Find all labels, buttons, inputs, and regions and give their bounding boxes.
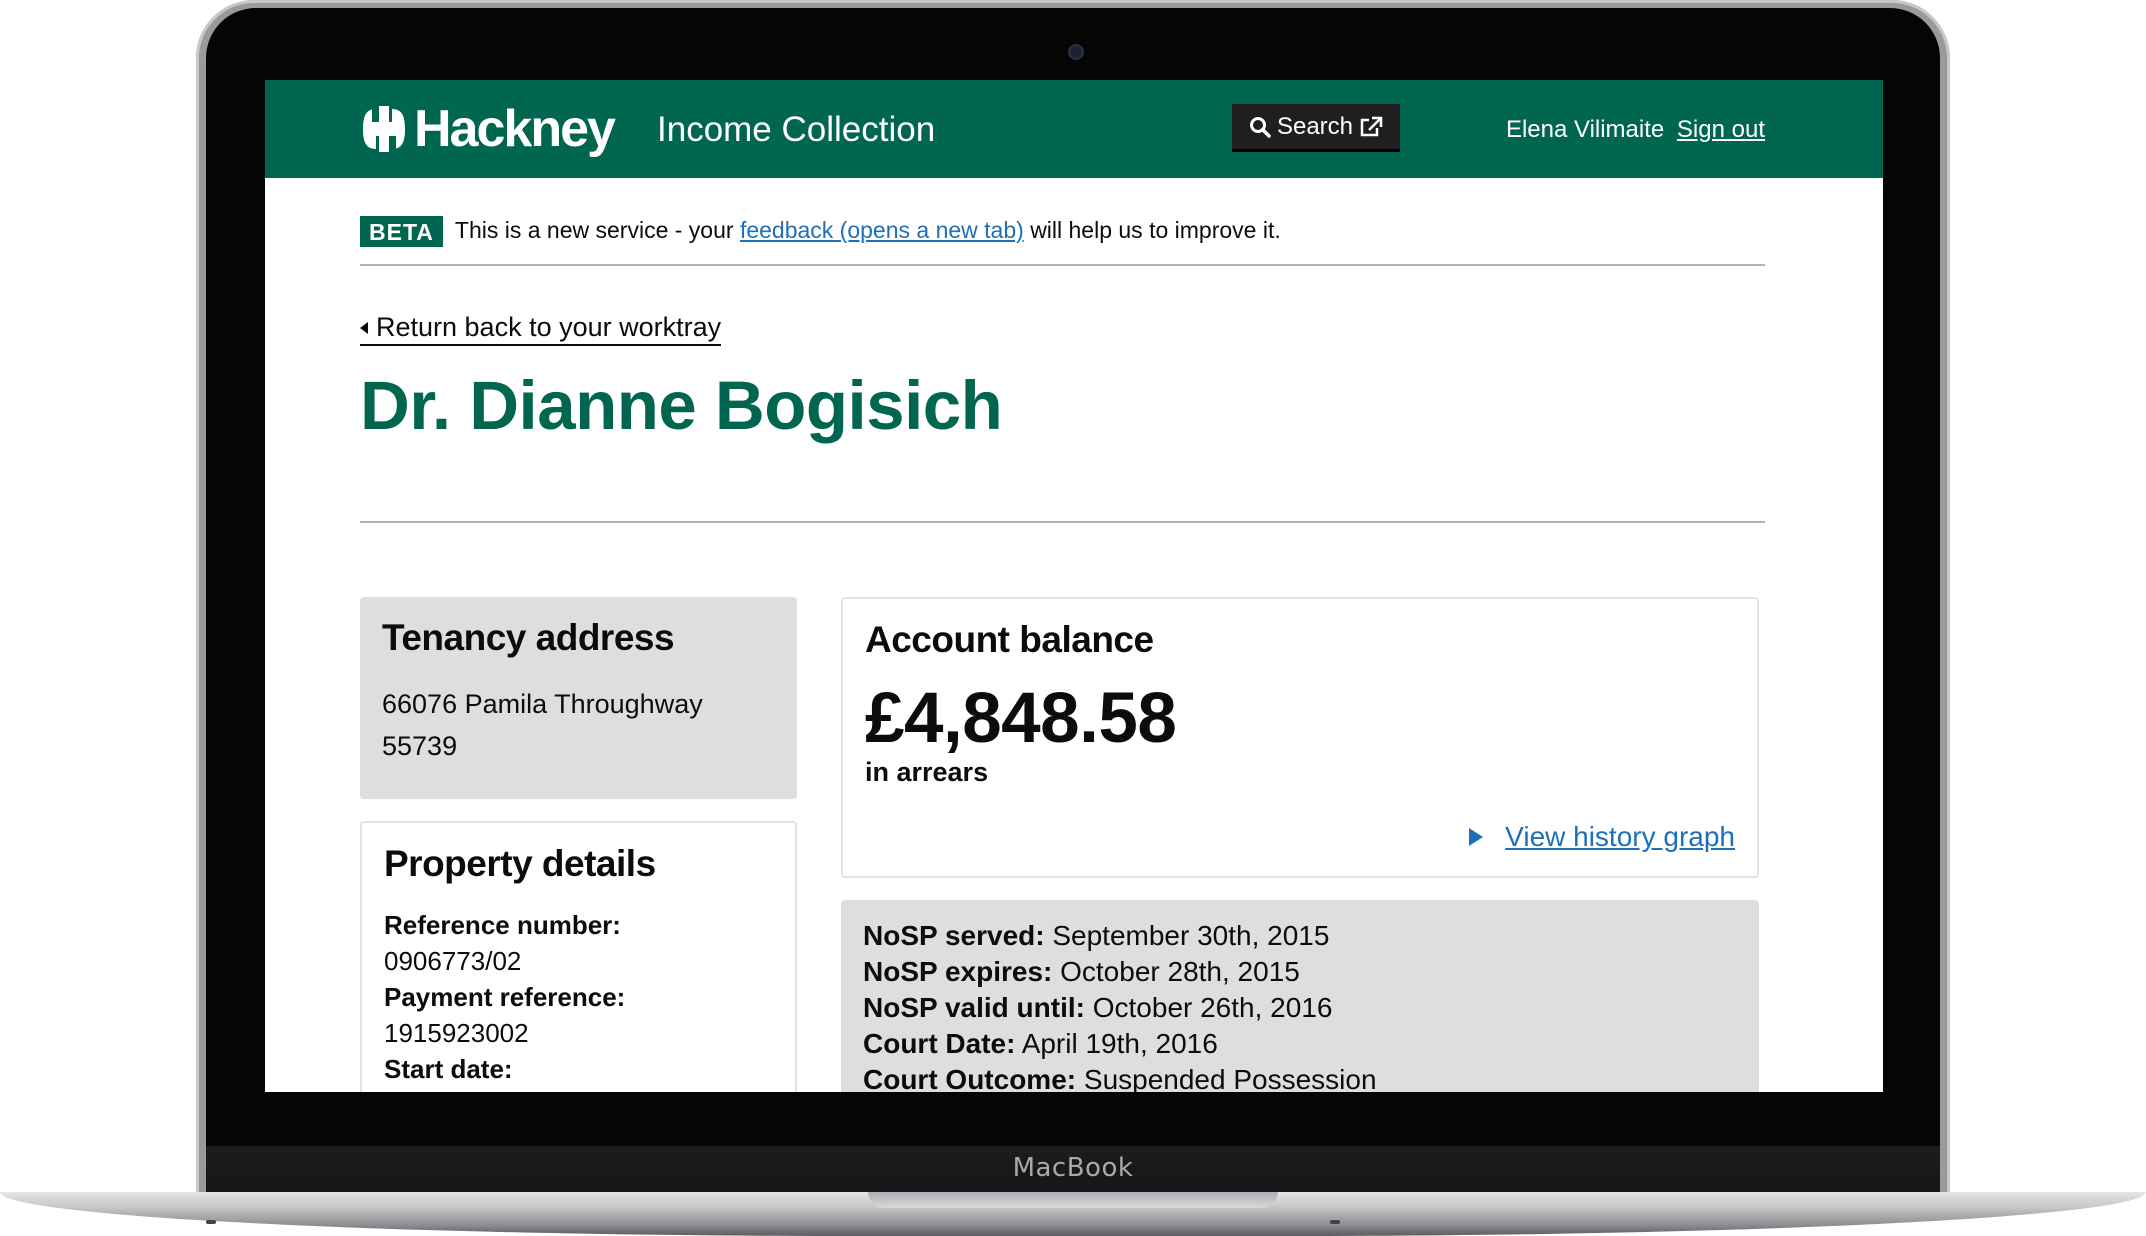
beta-text-before: This is a new service - your [454,217,734,243]
nosp-served-value: September 30th, 2015 [1052,920,1330,951]
property-details-list: Reference number: 0906773/02 Payment ref… [384,907,773,1087]
property-details-panel: Property details Reference number: 09067… [360,821,797,1092]
beta-banner: BETA This is a new service - your feedba… [360,216,1765,266]
search-button[interactable]: Search [1232,104,1400,152]
beta-banner-text: This is a new service - your feedback (o… [455,214,1281,246]
back-link-label: Return back to your worktray [376,312,722,342]
reference-number-value: 0906773/02 [384,946,522,976]
service-name: Income Collection [657,110,936,149]
balance-status: in arrears [865,757,989,787]
view-history-graph-toggle[interactable]: View history graph [1469,821,1735,853]
court-outcome-row: Court Outcome: Suspended Possession [863,1062,1737,1092]
search-button-label: Search [1276,112,1354,140]
nosp-court-panel: NoSP served: September 30th, 2015 NoSP e… [841,900,1759,1092]
hackney-logo[interactable]: Hackney [360,100,616,158]
feedback-link[interactable]: feedback (opens a new tab) [740,217,1024,243]
nosp-expires-row: NoSP expires: October 28th, 2015 [863,954,1737,990]
camera-icon [1068,44,1084,60]
account-balance-title: Account balance [865,619,1154,660]
court-date-row: Court Date: April 19th, 2016 [863,1026,1737,1062]
payment-reference-value: 1915923002 [384,1018,529,1048]
logo-wordmark: Hackney [414,100,616,158]
nosp-valid-row: NoSP valid until: October 26th, 2016 [863,990,1737,1026]
nosp-valid-value: October 26th, 2016 [1092,992,1333,1023]
section-divider [360,521,1765,523]
app-screen: Hackney Income Collection Search Elena V… [265,80,1883,1092]
back-to-worktray-link[interactable]: Return back to your worktray [360,312,722,346]
external-link-icon [1360,116,1383,136]
tenant-name-heading: Dr. Dianne Bogisich [360,367,1003,444]
reference-number-label: Reference number: [384,910,621,940]
laptop-hinge-notch [868,1192,1278,1208]
beta-text-after: will help us to improve it. [1030,217,1281,243]
user-name: Elena Vilimaite [1505,116,1665,143]
nosp-expires-label: NoSP expires: [863,956,1053,987]
court-outcome-value: Suspended Possession [1083,1064,1377,1092]
search-icon [1249,116,1271,138]
start-date-label: Start date: [384,1054,513,1084]
nosp-valid-label: NoSP valid until: [863,992,1085,1023]
balance-amount: £4,848.58 [865,679,1177,758]
sign-out-link[interactable]: Sign out [1677,116,1765,143]
tenancy-address-text: 66076 Pamila Throughway 55739 [382,683,775,767]
back-arrow-icon [360,321,368,334]
beta-tag: BETA [360,216,443,247]
address-line-2: 55739 [382,731,458,761]
expand-triangle-icon [1469,828,1484,846]
court-outcome-label: Court Outcome: [863,1064,1077,1092]
header-bar: Hackney Income Collection Search Elena V… [265,80,1883,178]
device-brand-label: MacBook [1012,1153,1134,1183]
hackney-logo-mark-icon [363,106,405,152]
user-info: Elena Vilimaite Sign out [1506,116,1765,144]
court-date-value: April 19th, 2016 [1021,1028,1218,1059]
payment-reference-label: Payment reference: [384,982,626,1012]
account-balance-panel: Account balance £4,848.58 in arrears Vie… [841,597,1759,878]
court-date-label: Court Date: [863,1028,1016,1059]
nosp-served-label: NoSP served: [863,920,1045,951]
address-line-1: 66076 Pamila Throughway [382,689,703,719]
view-history-graph-link[interactable]: View history graph [1505,821,1735,853]
nosp-served-row: NoSP served: September 30th, 2015 [863,918,1737,954]
property-details-title: Property details [384,843,656,884]
laptop-foot [206,1220,216,1224]
laptop-foot [1330,1220,1340,1224]
tenancy-address-panel: Tenancy address 66076 Pamila Throughway … [360,597,797,799]
tenancy-address-title: Tenancy address [382,617,675,658]
nosp-expires-value: October 28th, 2015 [1060,956,1300,987]
